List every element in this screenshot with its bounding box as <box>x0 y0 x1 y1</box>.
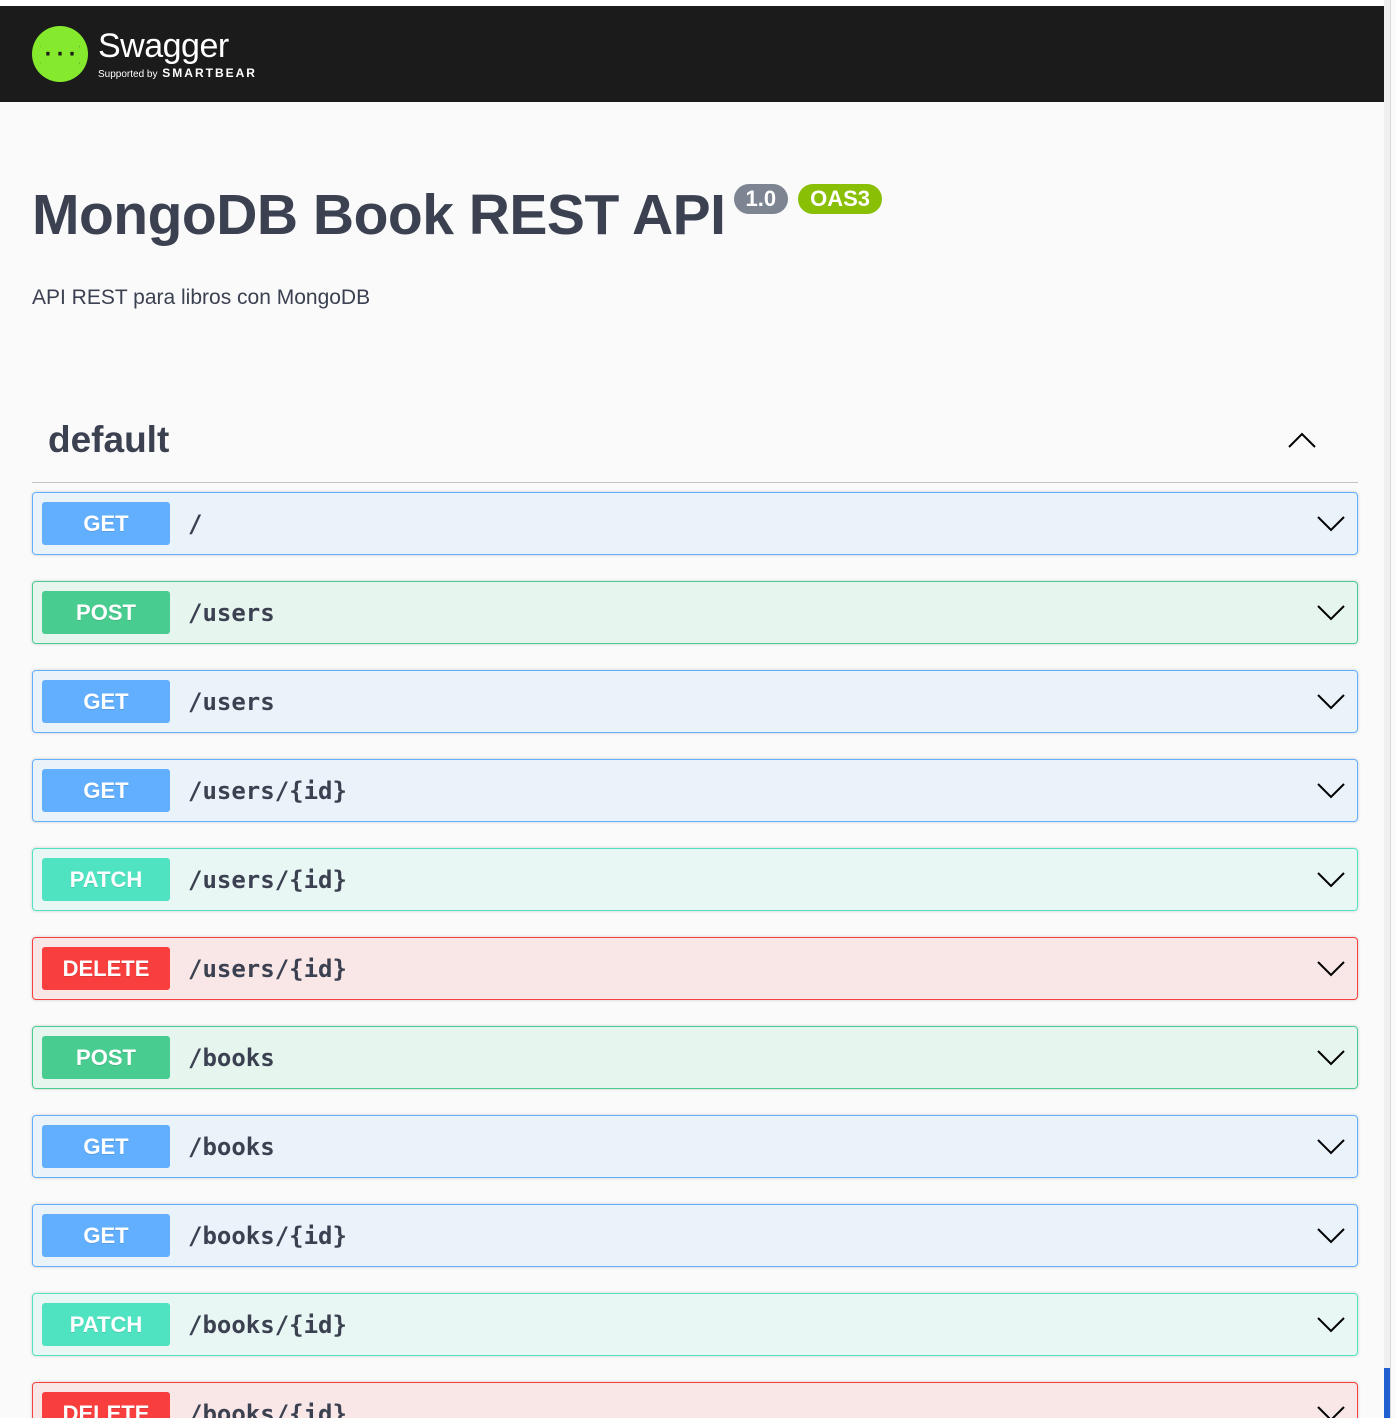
api-description: API REST para libros con MongoDB <box>32 286 371 309</box>
method-badge: DELETE <box>42 947 170 990</box>
tag-section: default GET / POST/users GET/users GET/users… <box>0 398 1390 1418</box>
chevron-down-icon[interactable] <box>1315 1046 1347 1070</box>
operation-row[interactable]: PATCH/books/{id} <box>32 1293 1358 1356</box>
swagger-logo[interactable]: {···} Swagger Supported by SMARTBEAR <box>32 26 257 82</box>
title-row: MongoDB Book REST API 1.0 OAS3 <box>32 182 1358 248</box>
chevron-down-icon[interactable] <box>1315 601 1347 625</box>
method-badge: POST <box>42 591 170 634</box>
method-badge: GET <box>42 769 170 812</box>
chevron-down-icon[interactable] <box>1315 957 1347 981</box>
chevron-down-icon[interactable] <box>1315 1135 1347 1159</box>
tag-name: default <box>48 419 170 460</box>
chevron-down-icon[interactable] <box>1315 868 1347 892</box>
operation-path: / <box>188 509 203 538</box>
operation-row[interactable]: DELETE/books/{id} <box>32 1382 1358 1418</box>
svg-text:{···}: {···} <box>40 42 80 66</box>
operation-row[interactable]: POST/users <box>32 581 1358 644</box>
operation-path: /books/{id} <box>188 1399 347 1418</box>
chevron-down-icon[interactable] <box>1315 1313 1347 1337</box>
method-badge: GET <box>42 1125 170 1168</box>
method-badge: GET <box>42 1214 170 1257</box>
chevron-up-icon[interactable] <box>1286 428 1318 452</box>
operation-path: /users/{id} <box>188 954 347 983</box>
logo-title: Swagger <box>98 27 229 65</box>
operation-row[interactable]: GET/users <box>32 670 1358 733</box>
operation-path: /books <box>188 1132 275 1161</box>
operation-row[interactable]: GET / <box>32 492 1358 555</box>
operation-path: /users <box>188 598 275 627</box>
method-badge: PATCH <box>42 1303 170 1346</box>
oas-badge: OAS3 <box>798 184 883 214</box>
api-title: MongoDB Book REST API <box>32 183 726 247</box>
operation-row[interactable]: DELETE/users/{id} <box>32 937 1358 1000</box>
logo-supported: Supported by <box>98 69 158 80</box>
operation-path: /users <box>188 687 275 716</box>
operation-row[interactable]: GET/books/{id} <box>32 1204 1358 1267</box>
swagger-page: {···} Swagger Supported by SMARTBEAR Mon… <box>0 0 1391 1418</box>
chevron-down-icon[interactable] <box>1315 690 1347 714</box>
tag-header-default[interactable]: default <box>32 398 1358 483</box>
scrollbar-mark <box>1384 1368 1390 1418</box>
logo-text: Swagger Supported by SMARTBEAR <box>98 28 257 80</box>
operation-row[interactable]: POST/books <box>32 1026 1358 1089</box>
api-info: MongoDB Book REST API 1.0 OAS3 API REST … <box>0 182 1390 310</box>
operations-list: GET / POST/users GET/users GET/users/{id} PAT… <box>32 492 1358 1418</box>
operation-row[interactable]: GET/users/{id} <box>32 759 1358 822</box>
chevron-down-icon[interactable] <box>1315 1224 1347 1248</box>
operation-path: /users/{id} <box>188 865 347 894</box>
method-badge: GET <box>42 680 170 723</box>
method-badge: POST <box>42 1036 170 1079</box>
operation-path: /books <box>188 1043 275 1072</box>
version-badge: 1.0 <box>733 184 789 214</box>
chevron-down-icon[interactable] <box>1315 1402 1347 1418</box>
scrollbar-strip[interactable] <box>1384 0 1390 1418</box>
chevron-down-icon[interactable] <box>1315 779 1347 803</box>
operation-path: /books/{id} <box>188 1221 347 1250</box>
operation-row[interactable]: GET/books <box>32 1115 1358 1178</box>
method-badge: DELETE <box>42 1392 170 1418</box>
chevron-down-icon[interactable] <box>1315 512 1347 536</box>
topbar: {···} Swagger Supported by SMARTBEAR <box>0 6 1390 102</box>
logo-subtitle: Supported by SMARTBEAR <box>98 66 257 80</box>
method-badge: PATCH <box>42 858 170 901</box>
operation-row[interactable]: PATCH/users/{id} <box>32 848 1358 911</box>
operation-path: /users/{id} <box>188 776 347 805</box>
operation-path: /books/{id} <box>188 1310 347 1339</box>
logo-brand: SMARTBEAR <box>162 66 257 80</box>
swagger-logo-icon: {···} <box>32 26 88 82</box>
method-badge: GET <box>42 502 170 545</box>
